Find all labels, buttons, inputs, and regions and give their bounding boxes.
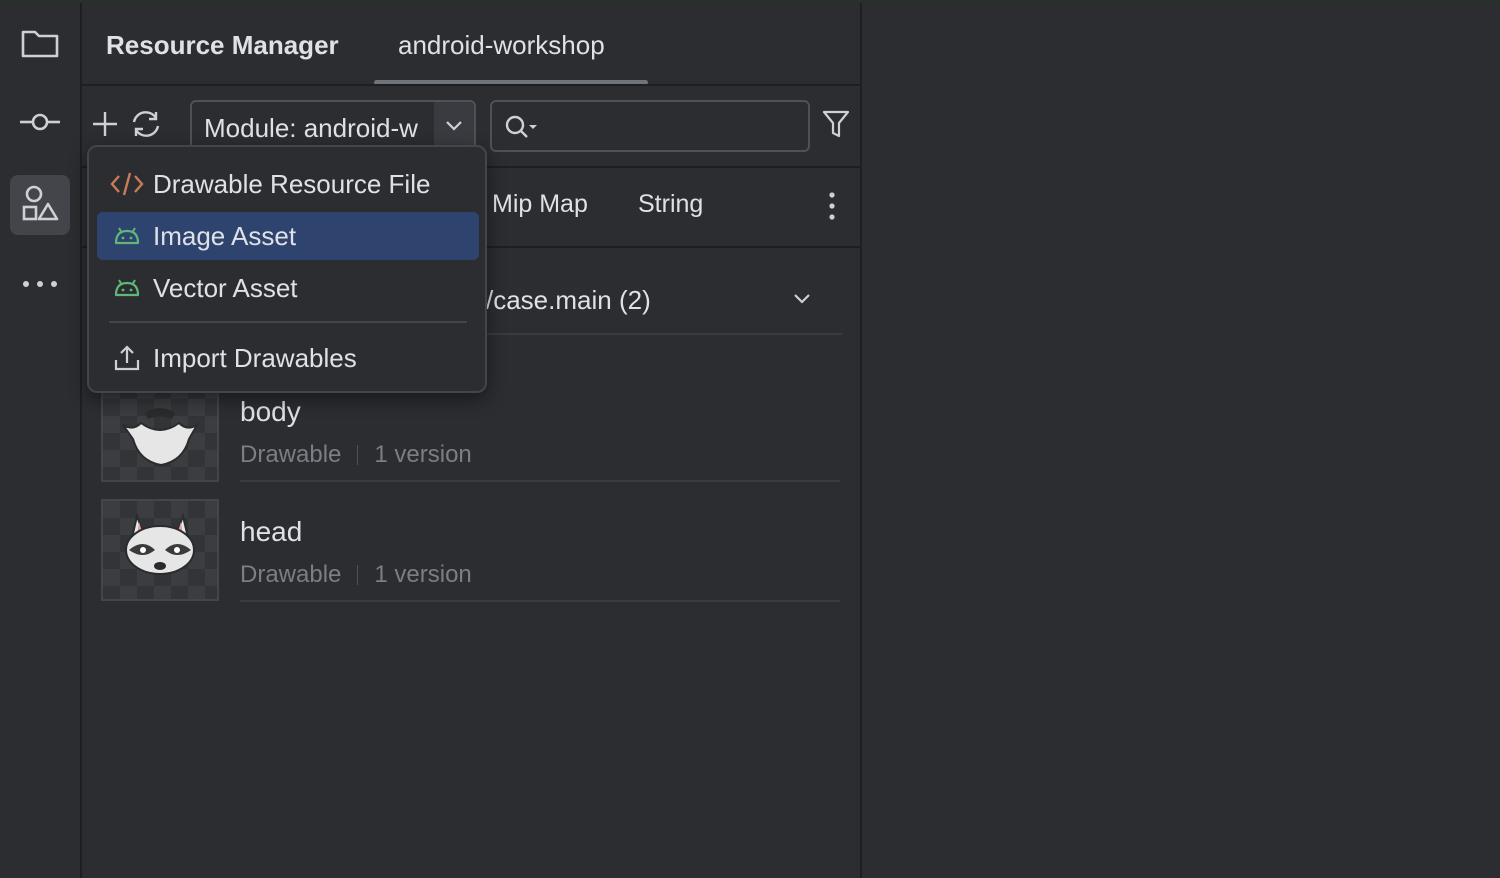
head-drawable-image xyxy=(125,512,195,575)
resource-thumbnail-body[interactable] xyxy=(101,380,219,482)
resource-versions: 1 version xyxy=(374,561,472,588)
tab-android-workshop[interactable]: android-workshop xyxy=(398,30,605,61)
resource-name-body[interactable]: body xyxy=(240,396,301,428)
folder-icon xyxy=(20,26,60,65)
tab-string[interactable]: String xyxy=(638,190,703,219)
menu-item-drawable-resource-file[interactable]: Drawable Resource File xyxy=(97,160,479,208)
resource-name-head[interactable]: head xyxy=(240,516,302,548)
more-tools-button[interactable] xyxy=(10,255,70,315)
menu-item-label: Drawable Resource File xyxy=(153,168,431,199)
chevron-down-icon xyxy=(434,102,474,148)
header-divider xyxy=(82,84,860,86)
menu-item-label: Vector Asset xyxy=(153,272,298,303)
vertical-ellipsis-icon xyxy=(828,191,836,226)
source-set-label: /case.main (2) xyxy=(486,285,651,315)
resource-type: Drawable xyxy=(240,561,342,588)
resource-type: Drawable xyxy=(240,441,342,468)
menu-item-image-asset[interactable]: Image Asset xyxy=(97,212,479,260)
plus-icon xyxy=(91,110,119,143)
project-tool-button[interactable] xyxy=(10,15,70,75)
shapes-icon xyxy=(20,183,60,228)
commit-icon xyxy=(18,110,62,139)
module-select[interactable]: Module: android-w xyxy=(190,100,476,150)
resource-meta-head: Drawable 1 version xyxy=(240,561,472,589)
add-resource-menu: Drawable Resource File Image Asset Vecto… xyxy=(87,145,487,393)
module-select-value: Module: android-w xyxy=(204,113,418,143)
android-icon xyxy=(109,278,145,298)
search-icon xyxy=(504,114,540,145)
chevron-down-icon xyxy=(793,291,811,309)
menu-item-import-drawables[interactable]: Import Drawables xyxy=(97,334,479,382)
resource-thumbnail-head[interactable] xyxy=(101,499,219,601)
menu-item-vector-asset[interactable]: Vector Asset xyxy=(97,264,479,312)
commit-tool-button[interactable] xyxy=(10,94,70,154)
search-input[interactable] xyxy=(548,110,792,144)
panel-title: Resource Manager xyxy=(106,30,339,60)
resource-meta-body: Drawable 1 version xyxy=(240,441,472,469)
refresh-button[interactable] xyxy=(128,110,164,142)
menu-separator xyxy=(109,321,467,323)
resource-versions: 1 version xyxy=(374,441,472,468)
filter-icon xyxy=(822,109,850,144)
resource-manager-tool-button[interactable] xyxy=(10,175,70,235)
meta-divider xyxy=(357,445,359,465)
tab-mip-map[interactable]: Mip Map xyxy=(492,190,588,219)
filter-button[interactable] xyxy=(820,110,852,142)
menu-item-label: Import Drawables xyxy=(153,342,357,373)
meta-divider xyxy=(357,565,359,585)
ellipsis-icon xyxy=(20,276,60,294)
editor-area xyxy=(862,3,1500,878)
search-field[interactable] xyxy=(490,100,810,152)
add-button[interactable] xyxy=(90,110,120,142)
refresh-icon xyxy=(129,109,163,144)
tool-window-strip xyxy=(0,3,82,878)
source-set-toggle[interactable] xyxy=(788,286,816,314)
code-file-icon xyxy=(109,171,145,197)
body-drawable-image xyxy=(122,408,200,467)
resource-divider xyxy=(240,480,840,482)
android-icon xyxy=(109,226,145,246)
upload-icon xyxy=(109,344,145,372)
more-categories-button[interactable] xyxy=(818,190,846,226)
menu-item-label: Image Asset xyxy=(153,220,297,251)
resource-divider xyxy=(240,600,840,602)
